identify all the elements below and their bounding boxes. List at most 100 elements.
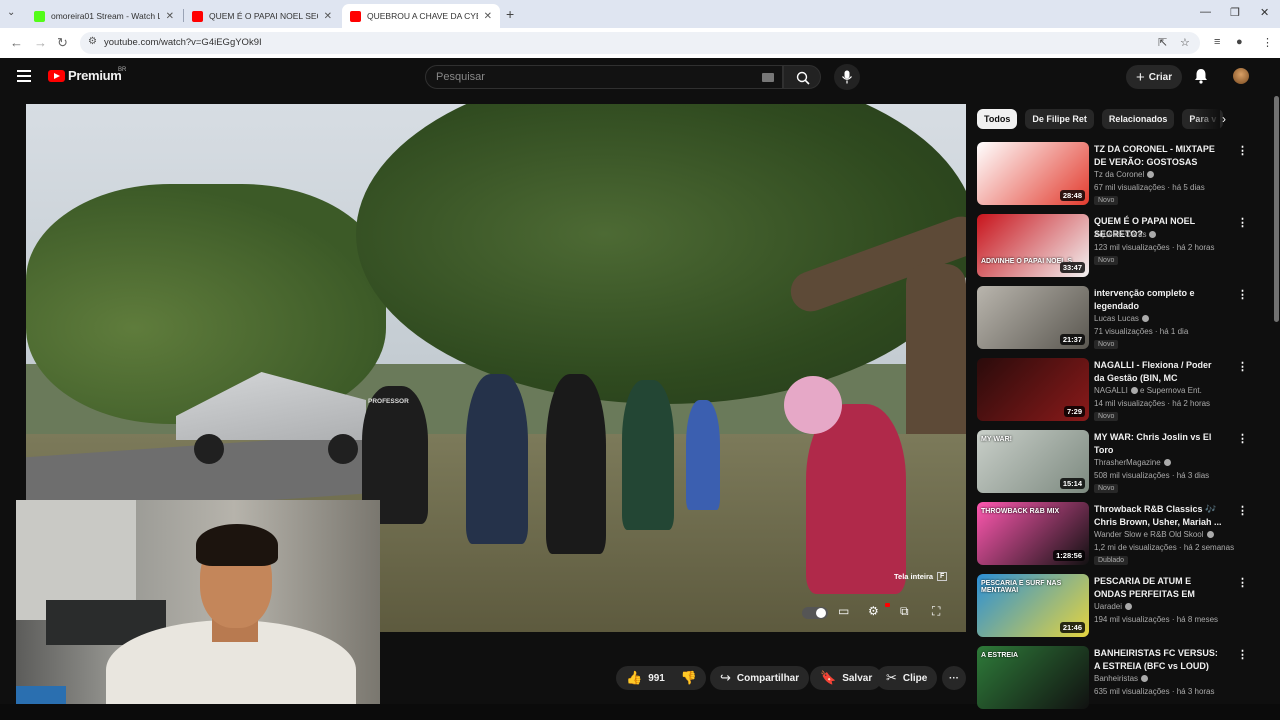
video-title[interactable]: MY WAR: Chris Joslin vs El Toro bbox=[1094, 431, 1224, 456]
search-input[interactable] bbox=[436, 71, 736, 83]
more-options-icon[interactable]: ⋮ bbox=[1237, 576, 1248, 589]
recommendation-item[interactable]: A ESTREIA BANHEIRISTAS FC VERSUS: A ESTR… bbox=[977, 646, 1272, 718]
video-duration: 33:47 bbox=[1059, 262, 1085, 273]
recommendation-item[interactable]: MY WAR! 15:14 MY WAR: Chris Joslin vs El… bbox=[977, 430, 1272, 502]
video-badge: Novo bbox=[1094, 196, 1119, 205]
recommendation-item[interactable]: 21:37 intervenção completo e legendado L… bbox=[977, 286, 1272, 358]
search-button[interactable] bbox=[783, 65, 821, 89]
video-thumbnail[interactable]: 28:48 bbox=[977, 142, 1089, 205]
video-thumbnail[interactable]: THROWBACK R&B MIX 1:28:56 bbox=[977, 502, 1089, 565]
channel-name[interactable]: Uaradei bbox=[1094, 602, 1133, 611]
more-options-icon[interactable]: ⋮ bbox=[1237, 144, 1248, 157]
video-scene-person bbox=[622, 380, 674, 530]
video-thumbnail[interactable]: 21:37 bbox=[977, 286, 1089, 349]
fullscreen-shortcut-key: F bbox=[937, 572, 948, 581]
like-dislike-group: 👍 991 👎 bbox=[616, 666, 706, 690]
video-thumbnail[interactable]: PESCARIA E SURF NAS MENTAWAI 21:46 bbox=[977, 574, 1089, 637]
recommendation-item[interactable]: ADIVINHE O PAPAI NOEL S 33:47 QUEM É O P… bbox=[977, 214, 1272, 286]
video-title[interactable]: NAGALLI - Flexiona / Poder da Gestão (BI… bbox=[1094, 359, 1224, 384]
back-icon[interactable]: ← bbox=[10, 35, 23, 50]
video-title[interactable]: PESCARIA DE ATUM E ONDAS PERFEITAS EM ME… bbox=[1094, 575, 1224, 600]
forward-icon[interactable]: → bbox=[34, 35, 47, 50]
url-field[interactable]: ⚙ youtube.com/watch?v=G4iEGgYOk9I bbox=[80, 32, 1200, 54]
like-count[interactable]: 991 bbox=[648, 673, 665, 684]
more-actions-button[interactable]: ··· bbox=[942, 666, 966, 690]
close-tab-icon[interactable]: ✕ bbox=[166, 11, 174, 22]
video-duration: 1:28:56 bbox=[1053, 550, 1085, 561]
new-tab-icon[interactable]: + bbox=[506, 6, 514, 22]
profile-icon[interactable]: ● bbox=[1236, 36, 1243, 48]
create-button[interactable]: + Criar bbox=[1126, 65, 1183, 89]
search-icon bbox=[796, 71, 810, 85]
reload-icon[interactable]: ↻ bbox=[57, 35, 68, 51]
notifications-bell-icon[interactable] bbox=[1194, 68, 1208, 84]
restore-icon[interactable]: ❐ bbox=[1230, 6, 1240, 19]
video-scene-person bbox=[466, 374, 528, 544]
minimize-icon[interactable]: — bbox=[1200, 6, 1211, 18]
video-title[interactable]: intervenção completo e legendado bbox=[1094, 287, 1224, 312]
dislike-icon[interactable]: 👎 bbox=[681, 670, 697, 686]
scissors-icon: ✂ bbox=[886, 670, 897, 685]
channel-name[interactable]: Tz da Coronel bbox=[1094, 170, 1155, 179]
recommendation-item[interactable]: PESCARIA E SURF NAS MENTAWAI 21:46 PESCA… bbox=[977, 574, 1272, 646]
recommendation-item[interactable]: 28:48 TZ DA CORONEL - MIXTAPE DE VERÃO: … bbox=[977, 142, 1272, 214]
save-icon: 🔖 bbox=[820, 670, 837, 685]
video-thumbnail[interactable]: MY WAR! 15:14 bbox=[977, 430, 1089, 493]
site-info-icon[interactable]: ⚙ bbox=[88, 36, 97, 47]
chip-related[interactable]: Relacionados bbox=[1101, 109, 1175, 129]
channel-name[interactable]: Lucas Lucas bbox=[1094, 314, 1149, 323]
install-app-icon[interactable]: ⇱ bbox=[1158, 36, 1167, 49]
bookmark-star-icon[interactable]: ☆ bbox=[1180, 36, 1190, 49]
fullscreen-icon[interactable]: ⛶ bbox=[932, 604, 940, 619]
video-thumbnail[interactable]: ADIVINHE O PAPAI NOEL S 33:47 bbox=[977, 214, 1089, 277]
autoplay-toggle[interactable] bbox=[802, 607, 828, 619]
scrollbar[interactable] bbox=[1274, 96, 1279, 322]
video-title[interactable]: Throwback R&B Classics 🎶 Chris Brown, Us… bbox=[1094, 503, 1224, 528]
subtitles-icon[interactable]: ▭ bbox=[838, 604, 849, 618]
close-tab-icon[interactable]: ✕ bbox=[484, 11, 492, 22]
chip-from-channel[interactable]: De Filipe Ret bbox=[1025, 109, 1094, 129]
related-filter-chips: Todos De Filipe Ret Relacionados Para v bbox=[977, 109, 1224, 129]
menu-icon[interactable] bbox=[17, 70, 31, 82]
more-options-icon[interactable]: ⋮ bbox=[1237, 648, 1248, 661]
miniplayer-icon[interactable]: ⧉ bbox=[900, 604, 909, 619]
youtube-logo[interactable]: Premium BR bbox=[48, 67, 126, 83]
video-thumbnail[interactable]: 7:29 bbox=[977, 358, 1089, 421]
settings-gear-icon[interactable]: ⚙ bbox=[868, 604, 879, 618]
clip-button[interactable]: ✂ Clipe bbox=[876, 666, 938, 690]
close-window-icon[interactable]: ✕ bbox=[1260, 6, 1269, 19]
video-title[interactable]: BANHEIRISTAS FC VERSUS: A ESTREIA (BFC v… bbox=[1094, 647, 1224, 672]
video-duration: 21:46 bbox=[1059, 622, 1085, 633]
close-tab-icon[interactable]: ✕ bbox=[324, 11, 332, 22]
channel-name[interactable]: ThrasherMagazine bbox=[1094, 458, 1171, 467]
tab-search-chevron-icon[interactable]: ⌄ bbox=[7, 7, 15, 18]
browser-tab-papai-noel[interactable]: QUEM É O PAPAI NOEL SECRET ✕ bbox=[184, 4, 340, 28]
more-options-icon[interactable]: ⋮ bbox=[1237, 216, 1248, 229]
account-avatar[interactable] bbox=[1233, 68, 1249, 84]
video-meta: 508 mil visualizações · há 3 dias bbox=[1094, 471, 1210, 480]
channel-name[interactable]: Wander Slow e R&B Old Skool bbox=[1094, 530, 1214, 539]
media-controls-icon[interactable]: ≡ bbox=[1214, 36, 1220, 48]
channel-name[interactable]: NAGALLI e Supernova Ent. bbox=[1094, 386, 1202, 395]
more-options-icon[interactable]: ⋮ bbox=[1237, 288, 1248, 301]
video-thumbnail[interactable]: A ESTREIA bbox=[977, 646, 1089, 709]
voice-search-button[interactable] bbox=[834, 64, 860, 90]
browser-menu-icon[interactable]: ⋮ bbox=[1262, 36, 1273, 49]
more-options-icon[interactable]: ⋮ bbox=[1237, 360, 1248, 373]
chevron-right-icon[interactable]: › bbox=[1222, 112, 1226, 126]
recommendation-item[interactable]: THROWBACK R&B MIX 1:28:56 Throwback R&B … bbox=[977, 502, 1272, 574]
browser-tab-kick[interactable]: omoreira01 Stream - Watch Liv ✕ bbox=[26, 4, 182, 28]
channel-name[interactable]: Aqueles Caras bbox=[1094, 230, 1157, 239]
more-options-icon[interactable]: ⋮ bbox=[1237, 432, 1248, 445]
keyboard-icon[interactable] bbox=[762, 73, 774, 82]
channel-name[interactable]: Banheiristas bbox=[1094, 674, 1149, 683]
browser-tab-active[interactable]: QUEBROU A CHAVE DA CYBERT ✕ bbox=[342, 4, 500, 28]
recommendation-item[interactable]: 7:29 NAGALLI - Flexiona / Poder da Gestã… bbox=[977, 358, 1272, 430]
more-options-icon[interactable]: ⋮ bbox=[1237, 504, 1248, 517]
chip-all[interactable]: Todos bbox=[977, 109, 1018, 129]
share-button[interactable]: ↪ Compartilhar bbox=[710, 666, 810, 690]
save-button[interactable]: 🔖 Salvar bbox=[810, 666, 883, 690]
verified-check-icon bbox=[1149, 230, 1157, 238]
video-title[interactable]: TZ DA CORONEL - MIXTAPE DE VERÃO: GOSTOS… bbox=[1094, 143, 1224, 168]
like-icon[interactable]: 👍 bbox=[626, 670, 642, 686]
